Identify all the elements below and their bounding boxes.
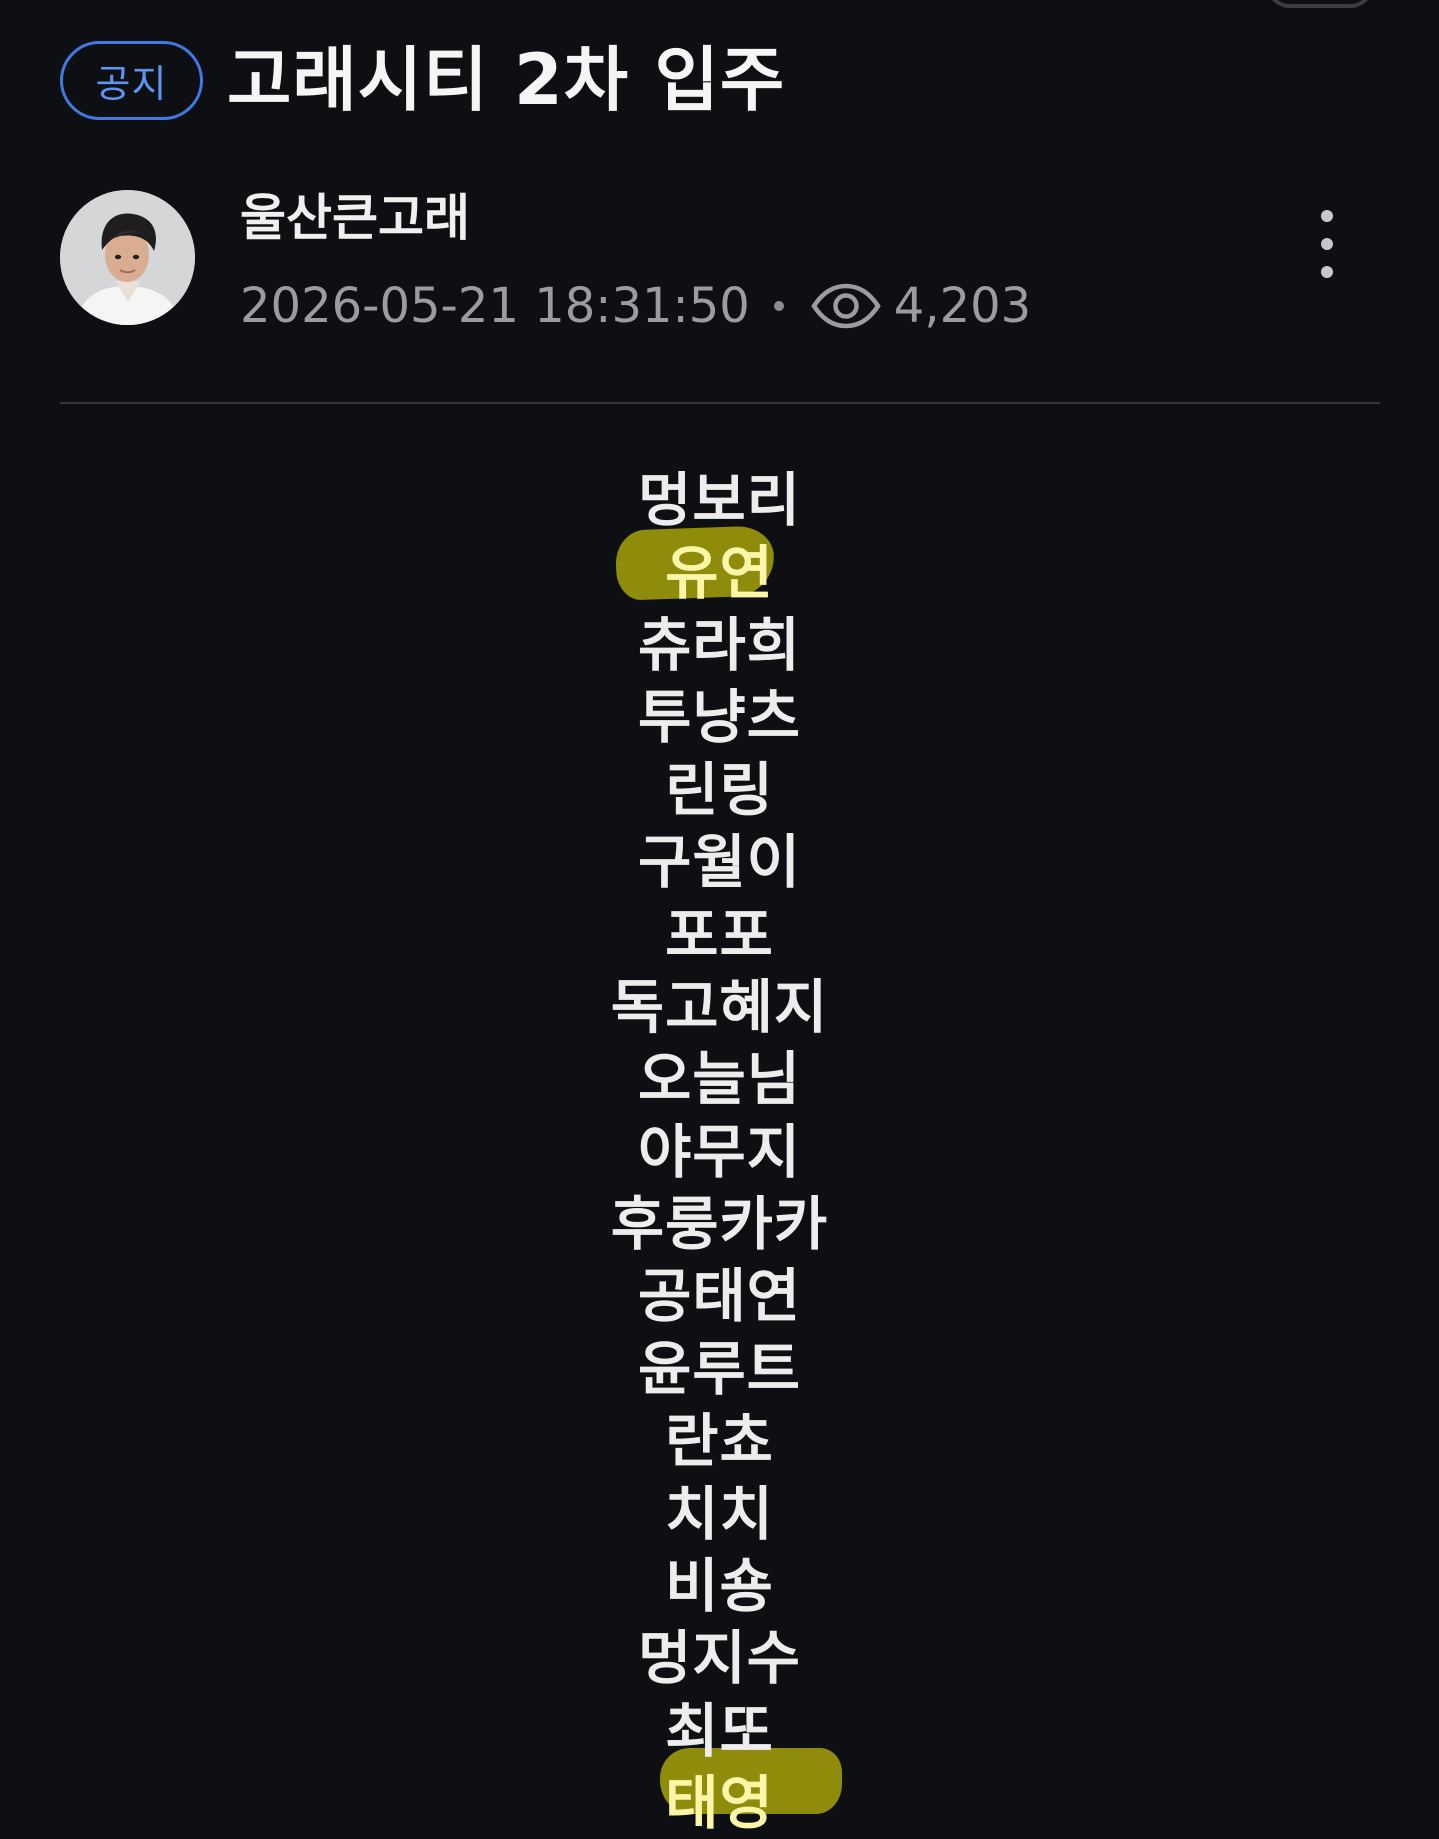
view-count: 4,203: [893, 278, 1032, 334]
list-item: 치치: [0, 1477, 1439, 1549]
list-item: 야무지: [0, 1116, 1439, 1188]
resident-name: 유연: [665, 538, 774, 607]
top-control-edge: [1266, 0, 1374, 8]
resident-name: 최또: [665, 1696, 774, 1765]
author-name[interactable]: 울산큰고래: [240, 188, 470, 248]
resident-name: 비숑: [665, 1552, 774, 1621]
meta-separator: [773, 301, 784, 311]
list-item: 멍보리: [0, 464, 1439, 536]
resident-name: 투냥츠: [637, 683, 802, 752]
post-datetime: 2026-05-21 18:31:50: [240, 278, 750, 334]
avatar-image: [60, 190, 195, 325]
header-divider: [60, 402, 1380, 404]
list-item: 공태연: [0, 1260, 1439, 1332]
resident-name: 린링: [665, 755, 774, 824]
post-title: 고래시티 2차 입주: [227, 39, 786, 121]
resident-name: 야무지: [637, 1117, 802, 1186]
list-item-highlighted: 유연: [0, 536, 1439, 608]
resident-name: 독고혜지: [610, 972, 829, 1041]
eye-icon: [810, 282, 882, 330]
resident-name: 란쵸: [665, 1407, 774, 1476]
list-item: 투냥츠: [0, 681, 1439, 753]
resident-name: 윤루트: [637, 1334, 802, 1403]
resident-name: 태영: [665, 1769, 774, 1838]
list-item: 포포: [0, 898, 1439, 970]
list-item: 후룽카카: [0, 1188, 1439, 1260]
list-item: 오늘님: [0, 1043, 1439, 1115]
resident-name: 멍보리: [637, 466, 802, 535]
list-item: 란쵸: [0, 1405, 1439, 1477]
post-meta: 2026-05-21 18:31:50 4,203: [240, 276, 1031, 336]
resident-name: 츄라희: [637, 610, 802, 679]
list-item: 최또: [0, 1695, 1439, 1767]
list-item: 츄라희: [0, 609, 1439, 681]
list-item: 독고혜지: [0, 971, 1439, 1043]
resident-name: 포포: [665, 900, 774, 969]
notice-badge: 공지: [60, 40, 203, 120]
resident-name: 구월이: [637, 828, 802, 897]
list-item: 린링: [0, 754, 1439, 826]
post-header: 공지 고래시티 2차 입주: [60, 38, 785, 122]
resident-name: 오늘님: [637, 1045, 802, 1114]
list-item-highlighted: 태영: [0, 1767, 1439, 1839]
resident-name: 치치: [665, 1479, 774, 1548]
list-item: 구월이: [0, 826, 1439, 898]
more-options-button[interactable]: [1305, 210, 1349, 278]
list-item: 윤루트: [0, 1333, 1439, 1405]
list-item: 비숑: [0, 1550, 1439, 1622]
more-vertical-icon: [1321, 210, 1333, 222]
resident-name-list: 멍보리 유연 츄라희 투냥츠 린링 구월이 포포 독고혜지 오늘님 야무지 후룽…: [0, 464, 1439, 1839]
author-avatar[interactable]: [60, 190, 195, 325]
list-item: 멍지수: [0, 1622, 1439, 1694]
resident-name: 멍지수: [637, 1624, 802, 1693]
resident-name: 후룽카카: [610, 1190, 829, 1259]
resident-name: 공태연: [637, 1262, 802, 1331]
